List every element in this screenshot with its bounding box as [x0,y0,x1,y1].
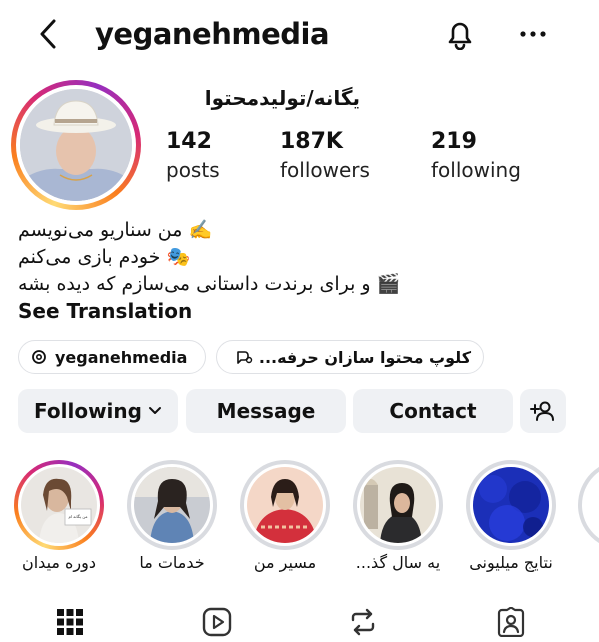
suggested-users-button[interactable] [520,389,566,433]
highlight-circle[interactable] [127,460,217,550]
highlight-thumbnail: من یگانه ام [21,467,97,543]
bio-line: 🎭 خودم بازی می‌کنم [18,246,191,268]
tab-tagged[interactable] [491,604,531,640]
contact-button-label: Contact [389,399,477,423]
chevron-down-icon [148,407,161,414]
notifications-button[interactable] [440,14,480,54]
highlight-label: مسیر من [253,553,317,572]
reposts-icon [351,608,375,636]
posts-label: posts [166,158,220,182]
grid-icon [57,609,83,635]
highlight-label: یه سال گذ... [355,553,441,572]
following-count: 219 [431,129,477,154]
display-name: یگانه/تولیدمحتوا [204,86,360,110]
channel-name: کلوپ محتوا سازان حرفه... [258,347,471,367]
add-person-icon [530,401,554,421]
bio-line: ✍️ من سناریو می‌نویسم [18,219,213,241]
back-arrow-icon [40,19,56,49]
following-button-label: Following [34,399,142,423]
highlight-label: نتایج میلیونی [469,553,553,572]
highlight-thumbnail [247,467,323,543]
following-label: following [431,158,521,182]
contact-button[interactable]: Contact [353,389,513,433]
profile-username: yeganehmedia [95,17,330,51]
tab-posts-grid[interactable] [50,604,90,640]
more-dots-icon [520,31,546,37]
back-button[interactable] [30,14,66,54]
highlight-circle[interactable] [240,460,330,550]
posts-stat[interactable]: 142 posts [166,128,220,184]
tab-reels[interactable] [197,604,237,640]
highlight-thumbnail [473,467,549,543]
profile-photo [20,89,132,201]
threads-icon [32,350,46,364]
highlight-circle[interactable] [466,460,556,550]
highlight-label: خدمات ما [139,553,205,572]
highlight-thumbnail [360,467,436,543]
posts-count: 142 [166,129,212,154]
channel-chip[interactable]: کلوپ محتوا سازان حرفه... [216,340,484,374]
profile-avatar[interactable] [11,80,141,210]
tagged-icon [497,607,525,637]
see-translation-link[interactable]: See Translation [18,297,192,325]
broadcast-channel-icon [237,351,253,364]
highlight-circle-partial[interactable] [578,460,599,550]
highlight-label: دوره میدان [21,553,97,572]
reels-icon [202,607,232,637]
threads-handle: yeganehmedia [55,347,188,367]
more-options-button[interactable] [513,14,553,54]
followers-count: 187K [280,129,343,154]
bio-line: 🎬 و برای برندت داستانی می‌سازم که دیده ب… [18,273,401,295]
highlight-circle[interactable]: من یگانه ام [14,460,104,550]
highlight-thumbnail [134,467,210,543]
highlight-circle[interactable] [353,460,443,550]
following-button[interactable]: Following [18,389,178,433]
message-button-label: Message [216,399,316,423]
followers-stat[interactable]: 187K followers [280,128,370,184]
following-stat[interactable]: 219 following [431,128,521,184]
highlight-thumbnail-caption: من یگانه ام [68,514,88,519]
followers-label: followers [280,158,370,182]
tab-reposts[interactable] [343,604,383,640]
bell-icon [448,22,472,50]
message-button[interactable]: Message [186,389,346,433]
threads-chip[interactable]: yeganehmedia [18,340,206,374]
